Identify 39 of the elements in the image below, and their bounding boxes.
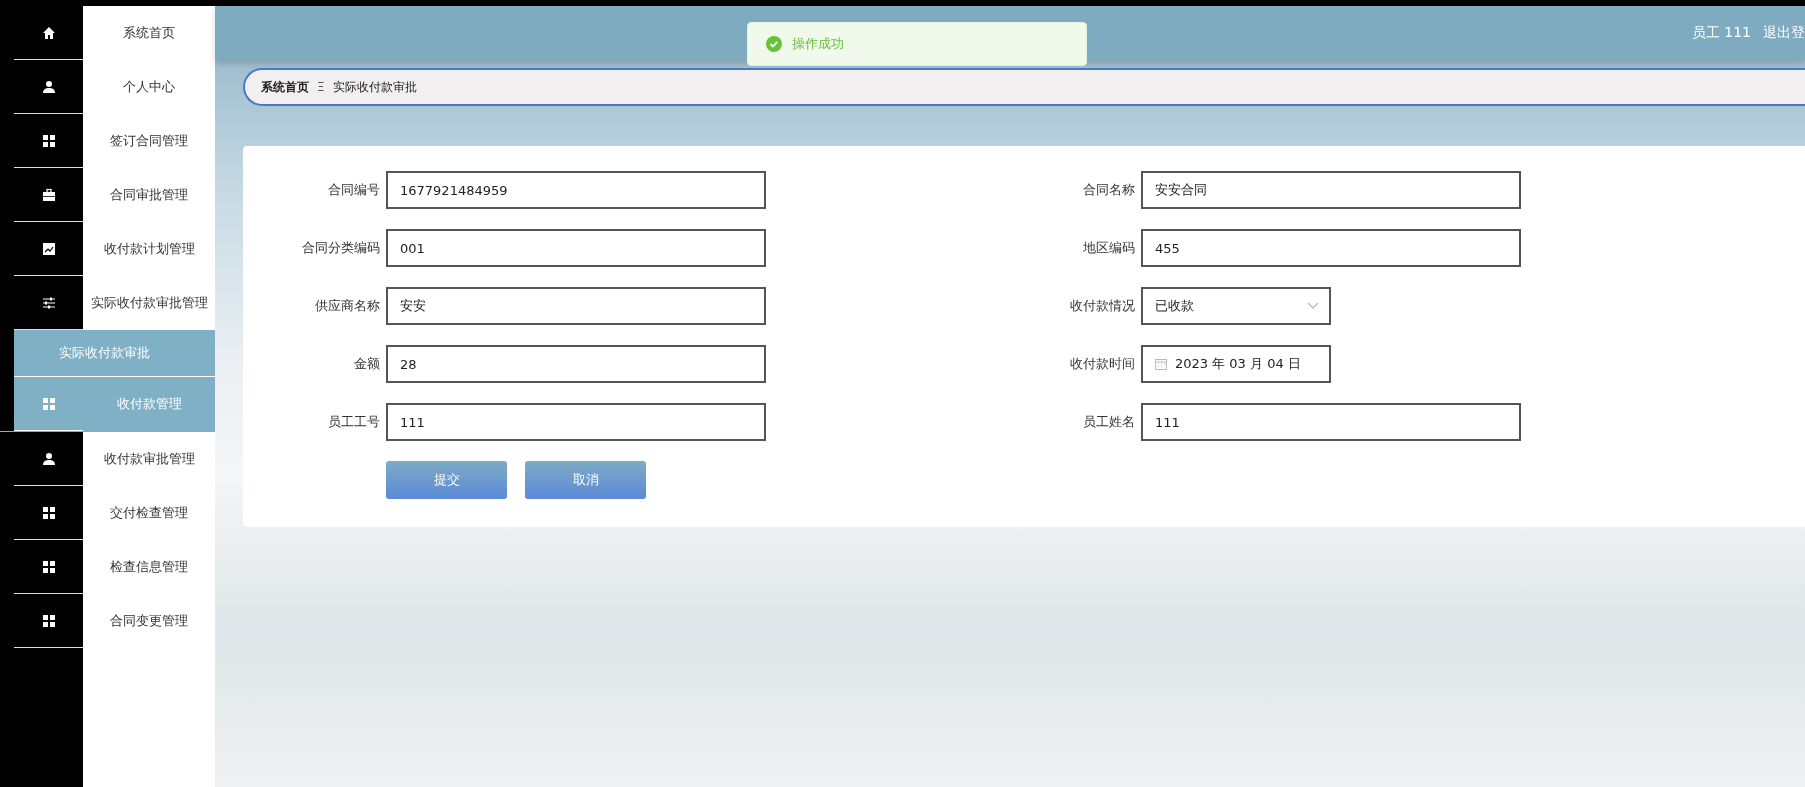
separator-mark: Ξ: [317, 80, 325, 94]
grid-icon: [41, 559, 56, 574]
field-label: 地区编码: [1082, 239, 1135, 257]
sliders-icon: [41, 295, 56, 310]
input-field[interactable]: 001: [386, 229, 766, 267]
field-label: 收付款时间: [1069, 355, 1135, 373]
field-label: 金额: [353, 355, 380, 373]
field-label: 收付款情况: [1069, 297, 1135, 315]
home-icon: [41, 25, 56, 40]
input-field[interactable]: 1677921484959: [386, 171, 766, 209]
briefcase-icon: [41, 187, 56, 202]
input-field[interactable]: 安安: [386, 287, 766, 325]
field-label: 员工姓名: [1082, 413, 1135, 431]
breadcrumb-link[interactable]: 实际收付款审批: [332, 78, 417, 96]
grid-icon: [41, 613, 56, 628]
input-field[interactable]: 111: [1141, 403, 1521, 441]
field-label: 合同名称: [1082, 181, 1135, 199]
person-icon: [41, 79, 56, 94]
check-circle-icon: [766, 36, 782, 52]
date-field[interactable]: 2023 年 03 月 04 日: [1141, 345, 1331, 383]
breadcrumb-link[interactable]: 系统首页: [261, 78, 309, 96]
input-field[interactable]: 455: [1141, 229, 1521, 267]
user-label: 员工 111: [1691, 24, 1751, 42]
chart-icon: [41, 241, 56, 256]
grid-icon: [41, 133, 56, 148]
grid-icon: [41, 505, 56, 520]
input-field[interactable]: 111: [386, 403, 766, 441]
field-label: 合同编号: [327, 181, 380, 199]
calendar-icon: [1155, 358, 1167, 370]
toast-message: 操作成功: [792, 35, 844, 53]
chevron-down-icon: [1307, 302, 1319, 310]
input-field[interactable]: 安安合同: [1141, 171, 1521, 209]
input-field[interactable]: 28: [386, 345, 766, 383]
field-label: 供应商名称: [314, 297, 380, 315]
grid-icon: [41, 396, 56, 411]
select-field[interactable]: 已收款: [1141, 287, 1331, 325]
field-label: 员工工号: [327, 413, 380, 431]
person-icon: [41, 451, 56, 466]
field-label: 合同分类编码: [301, 239, 380, 257]
